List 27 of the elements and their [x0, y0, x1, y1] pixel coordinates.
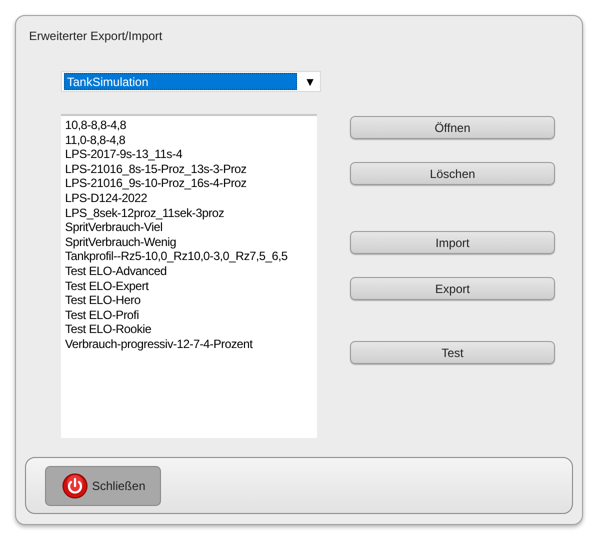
action-button[interactable]: Öffnen: [350, 116, 555, 139]
window-title: Erweiterter Export/Import: [29, 28, 162, 45]
close-button[interactable]: Schließen: [45, 466, 161, 506]
list-item[interactable]: Test ELO-Profi: [65, 308, 139, 322]
action-button[interactable]: Löschen: [350, 162, 555, 185]
list-item[interactable]: Test ELO-Advanced: [65, 264, 167, 279]
action-button[interactable]: Import: [350, 231, 555, 254]
action-button[interactable]: Test: [350, 341, 555, 364]
list-item[interactable]: 11,0-8,8-4,8: [65, 132, 126, 148]
list-item[interactable]: SpritVerbrauch-Viel: [65, 220, 162, 235]
list-item[interactable]: LPS-2017-9s-13_11s-4: [65, 147, 182, 162]
list-item[interactable]: Verbrauch-progressiv-12-7-4-Prozent: [65, 336, 253, 352]
list-item[interactable]: Test ELO-Hero: [65, 293, 140, 308]
action-button[interactable]: Export: [350, 277, 555, 300]
list-item[interactable]: LPS-21016_8s-15-Proz_13s-3-Proz: [65, 162, 246, 176]
list-item[interactable]: LPS_8sek-12proz_11sek-3proz: [65, 206, 224, 220]
power-icon: [62, 472, 88, 498]
list-item[interactable]: Test ELO-Expert: [65, 278, 149, 294]
list-item[interactable]: LPS-21016_9s-10-Proz_16s-4-Proz: [65, 176, 246, 191]
list-item[interactable]: Test ELO-Rookie: [65, 322, 152, 337]
list-item[interactable]: LPS-D124-2022: [65, 190, 148, 206]
list-item[interactable]: Tankprofil--Rz5-10,0_Rz10,0-3,0_Rz7,5_6,5: [65, 249, 288, 264]
dropdown-arrow[interactable]: ▼: [304, 72, 316, 90]
profile-dropdown[interactable]: TankSimulation ▼: [61, 71, 321, 92]
list-item[interactable]: 10,8-8,8-4,8: [65, 118, 126, 133]
dropdown-value: TankSimulation: [64, 73, 297, 90]
list-item[interactable]: SpritVerbrauch-Wenig: [65, 234, 176, 250]
